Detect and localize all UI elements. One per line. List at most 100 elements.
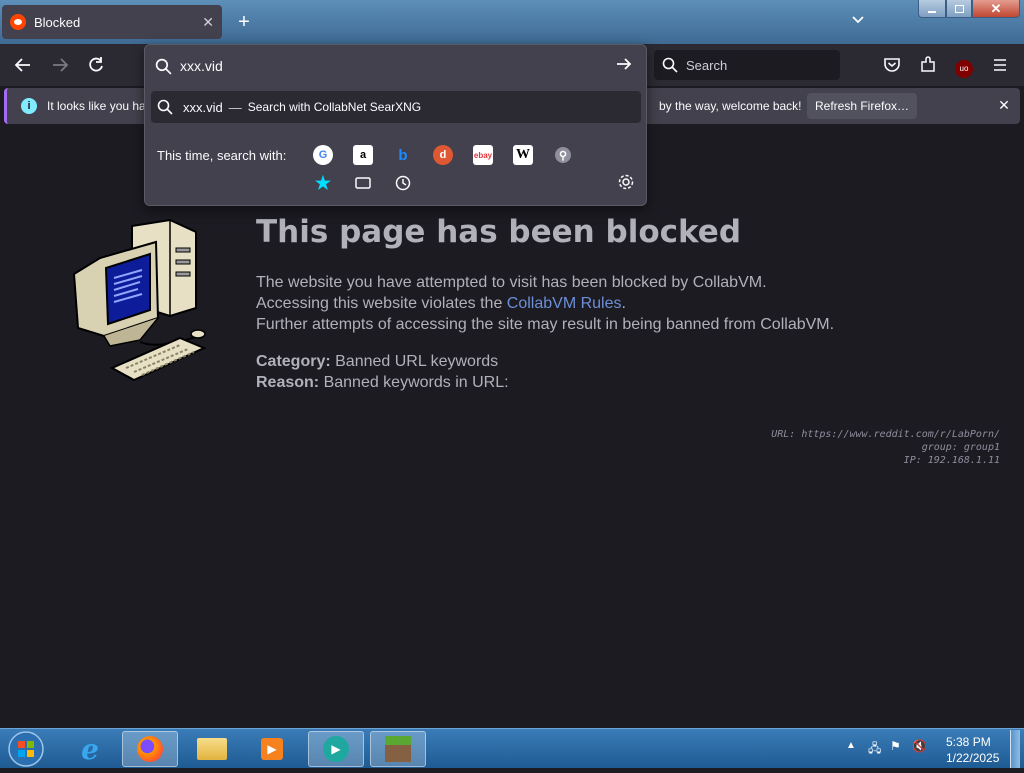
tab-blocked[interactable]: Blocked ✕ <box>2 5 222 39</box>
folder-icon <box>197 738 227 760</box>
forward-button[interactable] <box>47 52 73 78</box>
search-icon <box>155 58 172 75</box>
internet-explorer-icon: e <box>81 732 99 766</box>
meta-group: group: group1 <box>921 442 1000 453</box>
ebay-icon: ebay <box>473 150 493 160</box>
chevron-down-icon <box>852 16 864 24</box>
taskbar-minecraft[interactable] <box>370 731 426 767</box>
google-icon: G <box>318 149 328 161</box>
clock-time[interactable]: 5:38 PM <box>946 735 991 749</box>
address-input[interactable] <box>180 58 580 74</box>
duckduckgo-engine-button[interactable]: d <box>433 145 453 165</box>
bing-engine-button[interactable]: b <box>393 145 413 165</box>
show-hidden-icons-button[interactable]: ▲ <box>846 740 856 751</box>
wikipedia-engine-button[interactable]: W <box>513 145 533 165</box>
blocked-message-line3: Further attempts of accessing the site m… <box>256 316 835 333</box>
taskbar-media-player[interactable]: ▶ <box>244 731 300 767</box>
search-icon <box>662 57 678 73</box>
ublock-origin-button[interactable]: uo <box>951 52 977 78</box>
windows-logo-icon <box>8 731 44 767</box>
back-button[interactable] <box>10 52 36 78</box>
amazon-engine-button[interactable]: a <box>353 145 373 165</box>
page-title: This page has been blocked <box>256 214 742 250</box>
notification-text: It looks like you ha <box>47 99 146 113</box>
minimize-window-button[interactable] <box>918 0 946 18</box>
search-bar-placeholder: Search <box>686 57 728 73</box>
meta-url: URL: https://www.reddit.com/r/LabPorn/ <box>771 429 1000 440</box>
category-label: Category: <box>256 353 331 370</box>
pocket-button[interactable] <box>879 52 905 78</box>
minecraft-grass-block-icon <box>385 736 411 762</box>
google-engine-button[interactable]: G <box>313 145 333 165</box>
search-suggestion[interactable]: xxx.vid — Search with CollabNet SearXNG <box>151 91 641 123</box>
hamburger-menu-icon <box>994 59 1006 71</box>
category-row: Category: Banned URL keywords <box>256 353 498 371</box>
reload-icon <box>89 57 103 72</box>
reddit-favicon-icon <box>10 14 26 30</box>
search-bar[interactable]: Search <box>654 50 840 80</box>
searxng-engine-button[interactable]: ⚲ <box>555 147 571 163</box>
list-all-tabs-button[interactable] <box>846 10 870 34</box>
action-center-flag-icon[interactable]: ⚑ <box>890 739 901 753</box>
restore-window-button[interactable] <box>946 0 972 18</box>
back-arrow-icon <box>14 58 30 72</box>
suggestion-separator: — <box>228 99 242 115</box>
retro-computer-illustration <box>72 218 207 382</box>
address-bar[interactable] <box>155 51 637 81</box>
gear-icon <box>618 174 634 190</box>
new-tab-button[interactable]: + <box>232 10 256 34</box>
taskbar-internet-explorer[interactable]: e <box>62 731 118 767</box>
close-window-button[interactable]: ✕ <box>972 0 1020 18</box>
star-icon: ★ <box>314 172 332 193</box>
ublock-icon: uo <box>955 60 973 78</box>
amazon-icon: a <box>359 149 367 161</box>
tab-close-icon[interactable]: ✕ <box>202 14 214 31</box>
firefox-icon <box>137 736 163 762</box>
arrow-right-icon <box>617 58 632 70</box>
tabs-search-button[interactable] <box>353 173 373 193</box>
refresh-firefox-button[interactable]: Refresh Firefox… <box>807 93 917 119</box>
taskbar-video-app[interactable]: ▶ <box>308 731 364 767</box>
notification-close-icon[interactable]: ✕ <box>995 96 1013 114</box>
network-icon[interactable]: 🖧 <box>868 739 881 760</box>
extensions-button[interactable] <box>915 52 941 78</box>
search-icon <box>157 99 173 115</box>
pocket-icon <box>884 58 900 72</box>
category-value: Banned URL keywords <box>330 353 499 370</box>
blocked-message-line2: Accessing this website violates the Coll… <box>256 295 626 313</box>
line2-prefix: Accessing this website violates the <box>256 295 507 312</box>
taskbar-firefox[interactable] <box>122 731 178 767</box>
app-menu-button[interactable] <box>987 52 1013 78</box>
search-settings-button[interactable] <box>617 173 637 193</box>
one-off-search-label: This time, search with: <box>157 148 287 163</box>
windows-taskbar: e ▶ ▶ ▲ 🖧 ⚑ 🔇 5:38 PM 1/22/2025 <box>0 728 1024 768</box>
line2-suffix: . <box>621 295 626 312</box>
clock-icon <box>395 175 411 191</box>
clock-date[interactable]: 1/22/2025 <box>946 751 999 765</box>
history-search-button[interactable] <box>393 173 413 193</box>
info-icon: i <box>21 98 37 114</box>
bookmarks-search-button[interactable]: ★ <box>313 173 333 193</box>
wikipedia-icon: W <box>516 147 530 162</box>
media-player-icon: ▶ <box>261 738 283 760</box>
system-tray: ▲ 🖧 ⚑ 🔇 5:38 PM 1/22/2025 <box>840 730 1020 768</box>
taskbar-file-explorer[interactable] <box>184 731 240 767</box>
blocked-message-line1: The website you have attempted to visit … <box>256 274 767 291</box>
tab-strip: Blocked ✕ + ✕ <box>0 0 1024 44</box>
volume-muted-icon[interactable]: 🔇 <box>912 739 927 753</box>
notification-text-tail: by the way, welcome back! <box>659 99 802 113</box>
show-desktop-button[interactable] <box>1010 730 1020 768</box>
collabvm-rules-link[interactable]: CollabVM Rules <box>507 295 622 312</box>
tab-icon <box>355 177 371 189</box>
start-button[interactable] <box>6 730 46 768</box>
bing-icon: b <box>398 146 408 164</box>
forward-arrow-icon <box>53 58 69 72</box>
tab-title: Blocked <box>34 14 81 30</box>
page-content: This page has been blocked The website y… <box>0 126 1024 728</box>
reload-button[interactable] <box>83 52 109 78</box>
go-button[interactable] <box>615 55 633 78</box>
suggestion-action: Search with CollabNet SearXNG <box>247 100 422 114</box>
meta-ip: IP: 192.168.1.11 <box>903 455 1000 466</box>
ebay-engine-button[interactable]: ebay <box>473 145 493 165</box>
reason-value: Banned keywords in URL: <box>319 374 509 391</box>
